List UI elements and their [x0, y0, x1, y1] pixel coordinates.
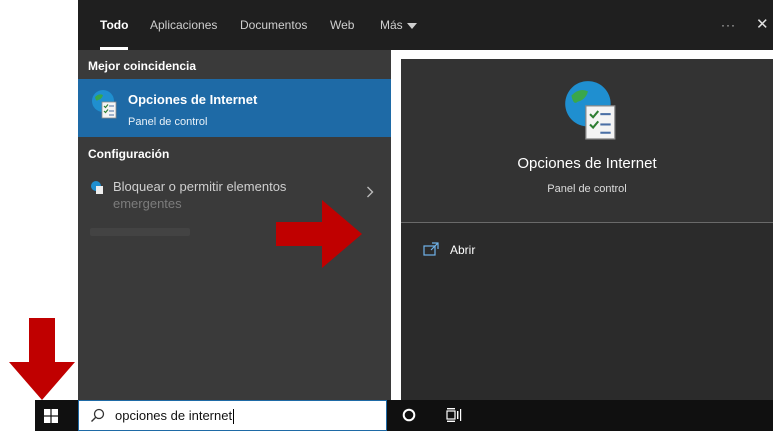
- cortana-circle-icon[interactable]: [402, 408, 416, 422]
- best-match-subtitle: Panel de control: [128, 116, 208, 128]
- annotation-arrow-right: [276, 200, 362, 268]
- taskbar-search-box[interactable]: opciones de internet: [78, 400, 387, 431]
- task-view-icon[interactable]: [446, 407, 462, 423]
- best-match-header: Mejor coincidencia: [88, 59, 197, 73]
- tab-aplicaciones[interactable]: Aplicaciones: [150, 0, 217, 50]
- settings-header: Configuración: [88, 147, 170, 161]
- internet-options-large-icon: [565, 81, 616, 140]
- tab-web[interactable]: Web: [330, 0, 354, 50]
- windows-start-icon[interactable]: [44, 409, 58, 423]
- internet-options-small-icon: [91, 181, 103, 194]
- annotation-arrow-down: [9, 318, 75, 400]
- taskbar: opciones de internet: [35, 400, 773, 431]
- dropdown-arrow-icon: [406, 22, 417, 29]
- preview-header: Opciones de Internet Panel de control: [401, 59, 773, 222]
- preview-title: Opciones de Internet: [517, 155, 657, 172]
- faded-result-placeholder: [90, 228, 190, 236]
- tab-todo[interactable]: Todo: [100, 0, 129, 50]
- preview-pane: Opciones de Internet Panel de control Ab…: [401, 59, 773, 400]
- internet-options-icon: [92, 90, 117, 119]
- tab-mas[interactable]: Más: [380, 0, 417, 50]
- more-options-button[interactable]: ···: [721, 0, 736, 50]
- close-button[interactable]: ✕: [756, 0, 769, 50]
- chevron-right-icon[interactable]: [366, 186, 374, 198]
- open-app-icon: [423, 242, 439, 256]
- preview-divider: [401, 222, 773, 223]
- best-match-title: Opciones de Internet: [128, 92, 258, 107]
- search-scope-tabs: Todo Aplicaciones Documentos Web Más ···…: [78, 0, 773, 50]
- preview-subtitle: Panel de control: [547, 183, 627, 195]
- tab-documentos[interactable]: Documentos: [240, 0, 307, 50]
- search-icon: [91, 408, 105, 422]
- text-caret: [233, 409, 235, 425]
- search-input[interactable]: opciones de internet: [115, 408, 235, 425]
- best-match-result[interactable]: Opciones de Internet Panel de control: [78, 79, 391, 137]
